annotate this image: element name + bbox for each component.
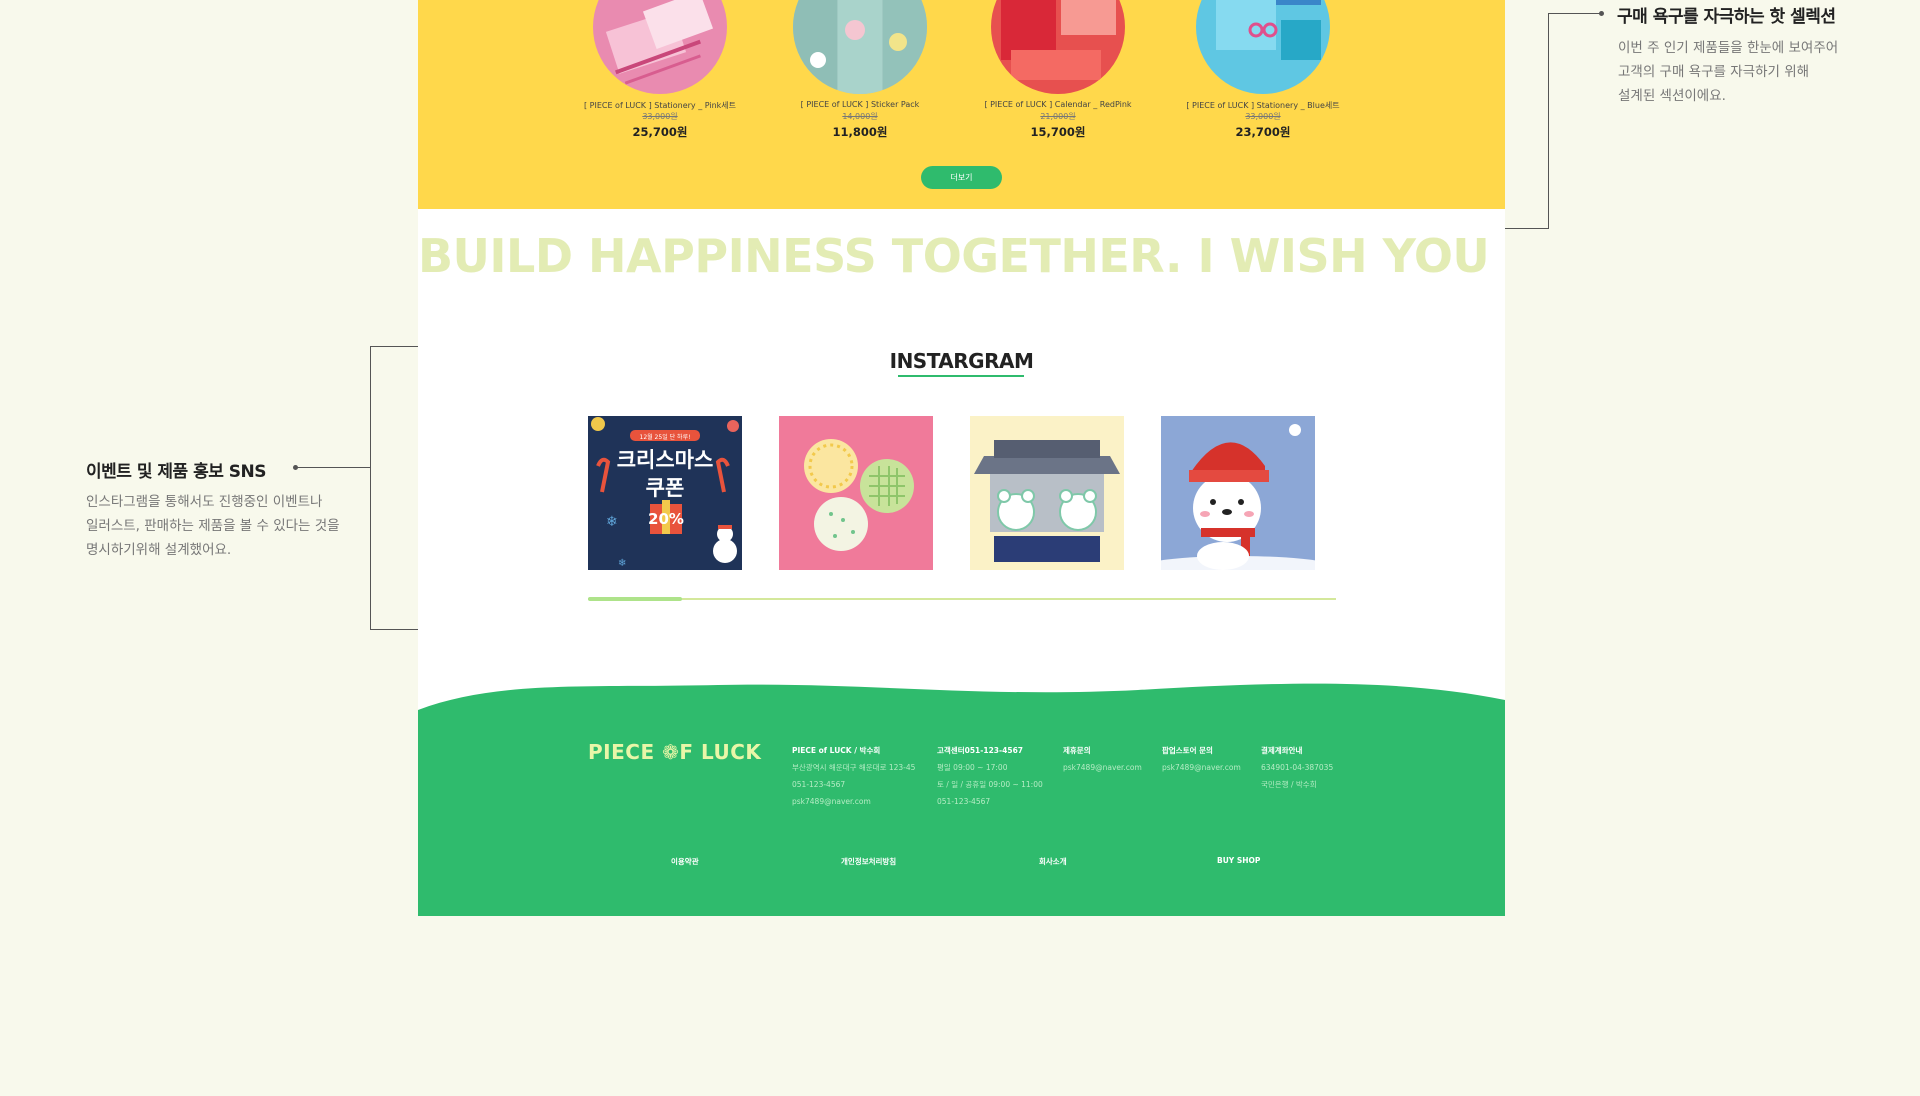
footer-link-terms[interactable]: 이용약관 — [671, 856, 699, 867]
footer-column-heading: 결제계좌안내 — [1261, 746, 1303, 755]
footer-column-heading: 고객센터051-123-4567 — [937, 746, 1024, 755]
footer-payment-account: 결제계좌안내 634901-04-387035 국민은행 / 박수희 — [1261, 742, 1333, 793]
footer-link-buy-shop[interactable]: BUY SHOP — [1217, 856, 1260, 865]
annotation-line: 이번 주 인기 제품들을 한눈에 보여주어 — [1618, 40, 1839, 56]
product-card[interactable]: [ PIECE of LUCK ] Calendar _ RedPink 21,… — [958, 0, 1158, 150]
bears-hanok-image-icon — [970, 416, 1124, 570]
footer-line: 국민은행 / 박수희 — [1261, 780, 1317, 789]
product-card[interactable]: [ PIECE of LUCK ] Sticker Pack 14,000원 1… — [760, 0, 960, 150]
pink-stationery-photo-icon[interactable] — [593, 0, 727, 94]
instagram-scroll-track[interactable] — [588, 598, 1336, 600]
product-old-price: 33,000원 — [642, 112, 678, 121]
footer-company-info: PIECE of LUCK / 박수희 부산광역시 해운대구 해운대로 123-… — [792, 742, 915, 810]
svg-text:❄: ❄ — [618, 558, 626, 569]
annotation-hot-selection-desc: 이번 주 인기 제품들을 한눈에 보여주어 고객의 구매 욕구를 자극하기 위해… — [1618, 36, 1838, 108]
instagram-post[interactable] — [970, 416, 1124, 570]
product-old-price: 21,000원 — [1040, 112, 1076, 121]
connector-line — [370, 346, 371, 630]
connector-line — [1548, 13, 1549, 229]
footer-line: 부산광역시 해운대구 해운대로 123-45 — [792, 763, 916, 772]
product-card[interactable]: [ PIECE of LUCK ] Stationery _ Pink세트 33… — [560, 0, 760, 150]
coupon-title-line2: 쿠폰 — [645, 476, 685, 500]
annotation-line: 일러스트, 판매하는 제품을 볼 수 있다는 것을 — [86, 518, 340, 534]
product-price: 23,700원 — [1235, 125, 1291, 139]
product-name: [ PIECE of LUCK ] Stationery _ Blue세트 — [1186, 101, 1340, 110]
slogan-text: BUILD HAPPINESS TOGETHER. I WISH YOU — [418, 229, 1490, 283]
product-price: 11,800원 — [832, 125, 888, 139]
footer-link-privacy[interactable]: 개인정보처리방침 — [841, 856, 896, 867]
footer-column-heading: PIECE of LUCK / 박수희 — [792, 746, 881, 755]
annotation-sns-title: 이벤트 및 제품 홍보 SNS — [86, 462, 267, 482]
footer-line: 634901-04-387035 — [1261, 763, 1334, 772]
instagram-post[interactable]: ❄ ❄ 12월 25일 단 하루! 크리스마스 쿠폰 20% — [588, 416, 742, 570]
footer-line: psk7489@naver.com — [792, 797, 871, 806]
footer-column-heading: 제휴문의 — [1063, 746, 1091, 755]
footer-popup-store: 팝업스토어 문의 psk7489@naver.com — [1162, 742, 1241, 776]
product-name: [ PIECE of LUCK ] Stationery _ Pink세트 — [583, 101, 737, 110]
connector-line — [1548, 13, 1600, 14]
coupon-title-line1: 크리스마스 — [616, 448, 714, 472]
footer-logo[interactable]: PIECE ❁F LUCK — [588, 740, 761, 764]
coupon-banner-text: 12월 25일 단 하루! — [639, 434, 691, 441]
annotation-hot-selection-title: 구매 욕구를 자극하는 핫 셀렉션 — [1617, 7, 1836, 27]
coupon-discount: 20% — [648, 510, 684, 528]
footer-line: 토 / 일 / 공휴일 09:00 ~ 11:00 — [937, 780, 1043, 789]
connector-dot — [1599, 11, 1604, 16]
instagram-post[interactable] — [779, 416, 933, 570]
footer-line: 평일 09:00 ~ 17:00 — [937, 763, 1008, 772]
instagram-title-underline — [898, 375, 1024, 377]
snowman-bear-image-icon — [1161, 416, 1315, 570]
sticker-locker-photo-icon[interactable] — [793, 0, 927, 94]
website-mockup: [ PIECE of LUCK ] Stationery _ Pink세트 33… — [418, 0, 1505, 916]
annotation-line: 고객의 구매 욕구를 자극하기 위해 — [1618, 64, 1810, 80]
coasters-image-icon — [779, 416, 933, 570]
footer-line: 051-123-4567 — [792, 780, 846, 789]
blue-stationery-photo-icon[interactable] — [1196, 0, 1330, 94]
annotation-sns-desc: 인스타그램을 통해서도 진행중인 이벤트나 일러스트, 판매하는 제품을 볼 수… — [86, 490, 340, 562]
product-price: 25,700원 — [632, 125, 688, 139]
more-button[interactable]: 더보기 — [921, 166, 1002, 189]
footer-partnership: 제휴문의 psk7489@naver.com — [1063, 742, 1142, 776]
instagram-post[interactable] — [1161, 416, 1315, 570]
instagram-scroll-thumb[interactable] — [588, 597, 682, 601]
instagram-title: INSTARGRAM — [889, 349, 1034, 373]
product-price: 15,700원 — [1030, 125, 1086, 139]
footer-customer-center: 고객센터051-123-4567 평일 09:00 ~ 17:00 토 / 일 … — [937, 742, 1043, 810]
footer-column-heading: 팝업스토어 문의 — [1162, 746, 1213, 755]
annotation-line: 설계된 섹션이에요. — [1618, 88, 1726, 104]
hot-selection-section: [ PIECE of LUCK ] Stationery _ Pink세트 33… — [418, 0, 1505, 209]
product-old-price: 14,000원 — [842, 112, 878, 121]
product-card[interactable]: [ PIECE of LUCK ] Stationery _ Blue세트 33… — [1163, 0, 1363, 150]
annotation-line: 명시하기위해 설계했어요. — [86, 542, 232, 558]
annotation-line: 인스타그램을 통해서도 진행중인 이벤트나 — [86, 494, 323, 510]
svg-text:❄: ❄ — [606, 514, 618, 530]
footer-line: psk7489@naver.com — [1162, 763, 1241, 772]
connector-line — [296, 467, 371, 468]
product-name: [ PIECE of LUCK ] Sticker Pack — [800, 100, 920, 109]
product-name: [ PIECE of LUCK ] Calendar _ RedPink — [984, 100, 1132, 109]
footer-line: 051-123-4567 — [937, 797, 991, 806]
product-old-price: 33,000원 — [1245, 112, 1281, 121]
footer-line: psk7489@naver.com — [1063, 763, 1142, 772]
red-calendar-photo-icon[interactable] — [991, 0, 1125, 94]
footer-link-about[interactable]: 회사소개 — [1039, 856, 1067, 867]
